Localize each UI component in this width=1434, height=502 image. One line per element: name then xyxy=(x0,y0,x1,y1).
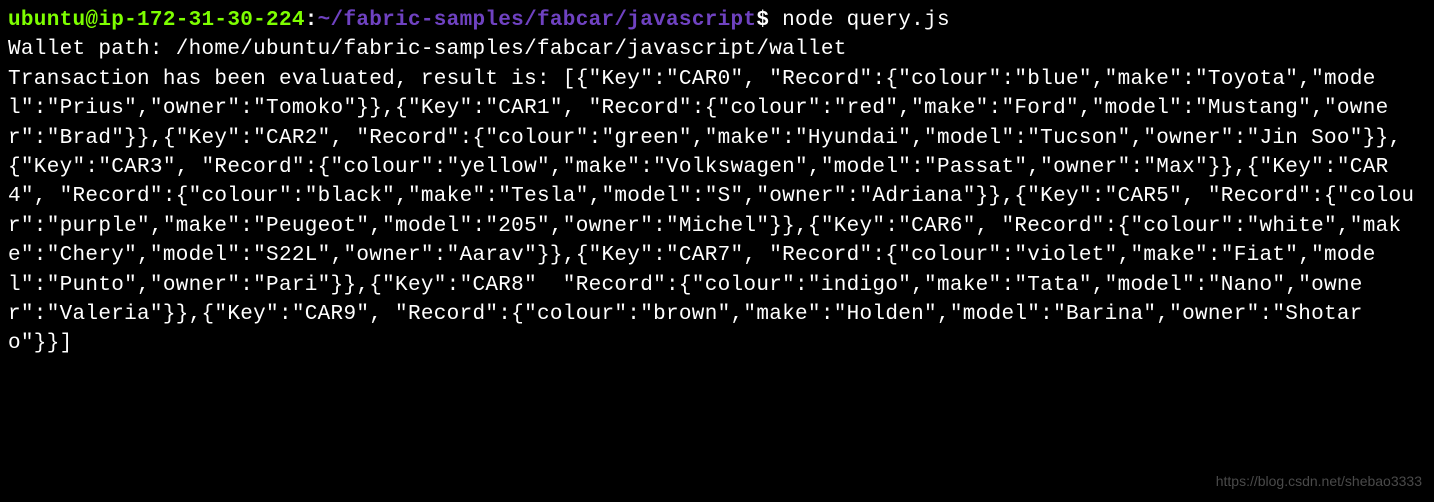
watermark-text: https://blog.csdn.net/shebao3333 xyxy=(1216,472,1422,492)
terminal-content[interactable]: ubuntu@ip-172-31-30-224:~/fabric-samples… xyxy=(8,6,1426,359)
prompt-path: ~/fabric-samples/fabcar/javascript xyxy=(318,9,757,32)
result-prefix: Transaction has been evaluated, result i… xyxy=(8,68,563,91)
wallet-path-line: Wallet path: /home/ubuntu/fabric-samples… xyxy=(8,38,847,61)
command-text: node query.js xyxy=(769,9,950,32)
prompt-sep1: : xyxy=(305,9,318,32)
prompt-dollar: $ xyxy=(756,9,769,32)
result-json: [{"Key":"CAR0", "Record":{"colour":"blue… xyxy=(8,68,1414,356)
prompt-user: ubuntu@ip-172-31-30-224 xyxy=(8,9,305,32)
